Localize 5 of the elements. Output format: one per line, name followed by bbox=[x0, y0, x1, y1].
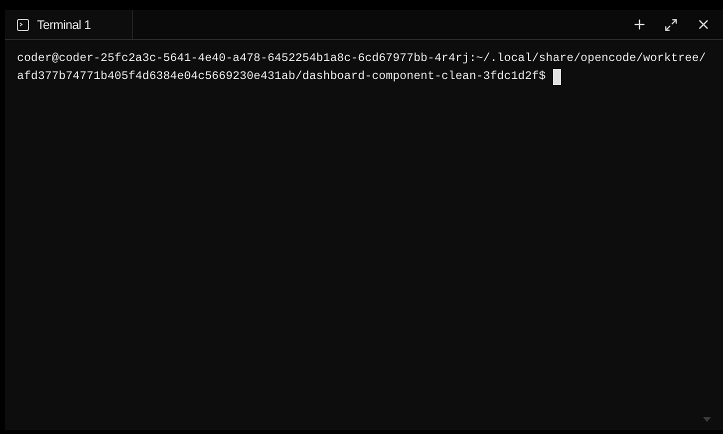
plus-icon bbox=[632, 17, 646, 32]
maximize-icon bbox=[664, 18, 678, 32]
terminal-output-line: afd377b74771b405f4d6384e04c5669230e431ab/dashboard-component-clean-3fdc1d2f$ bbox=[17, 69, 546, 85]
terminal-output-line: coder@coder-25fc2a3c-5641-4e40-a478-6452254b1a8c-6cd67977bb-4r4rj:~/.local/share/opencode/worktree/ bbox=[17, 51, 706, 67]
terminal-icon bbox=[17, 18, 29, 30]
